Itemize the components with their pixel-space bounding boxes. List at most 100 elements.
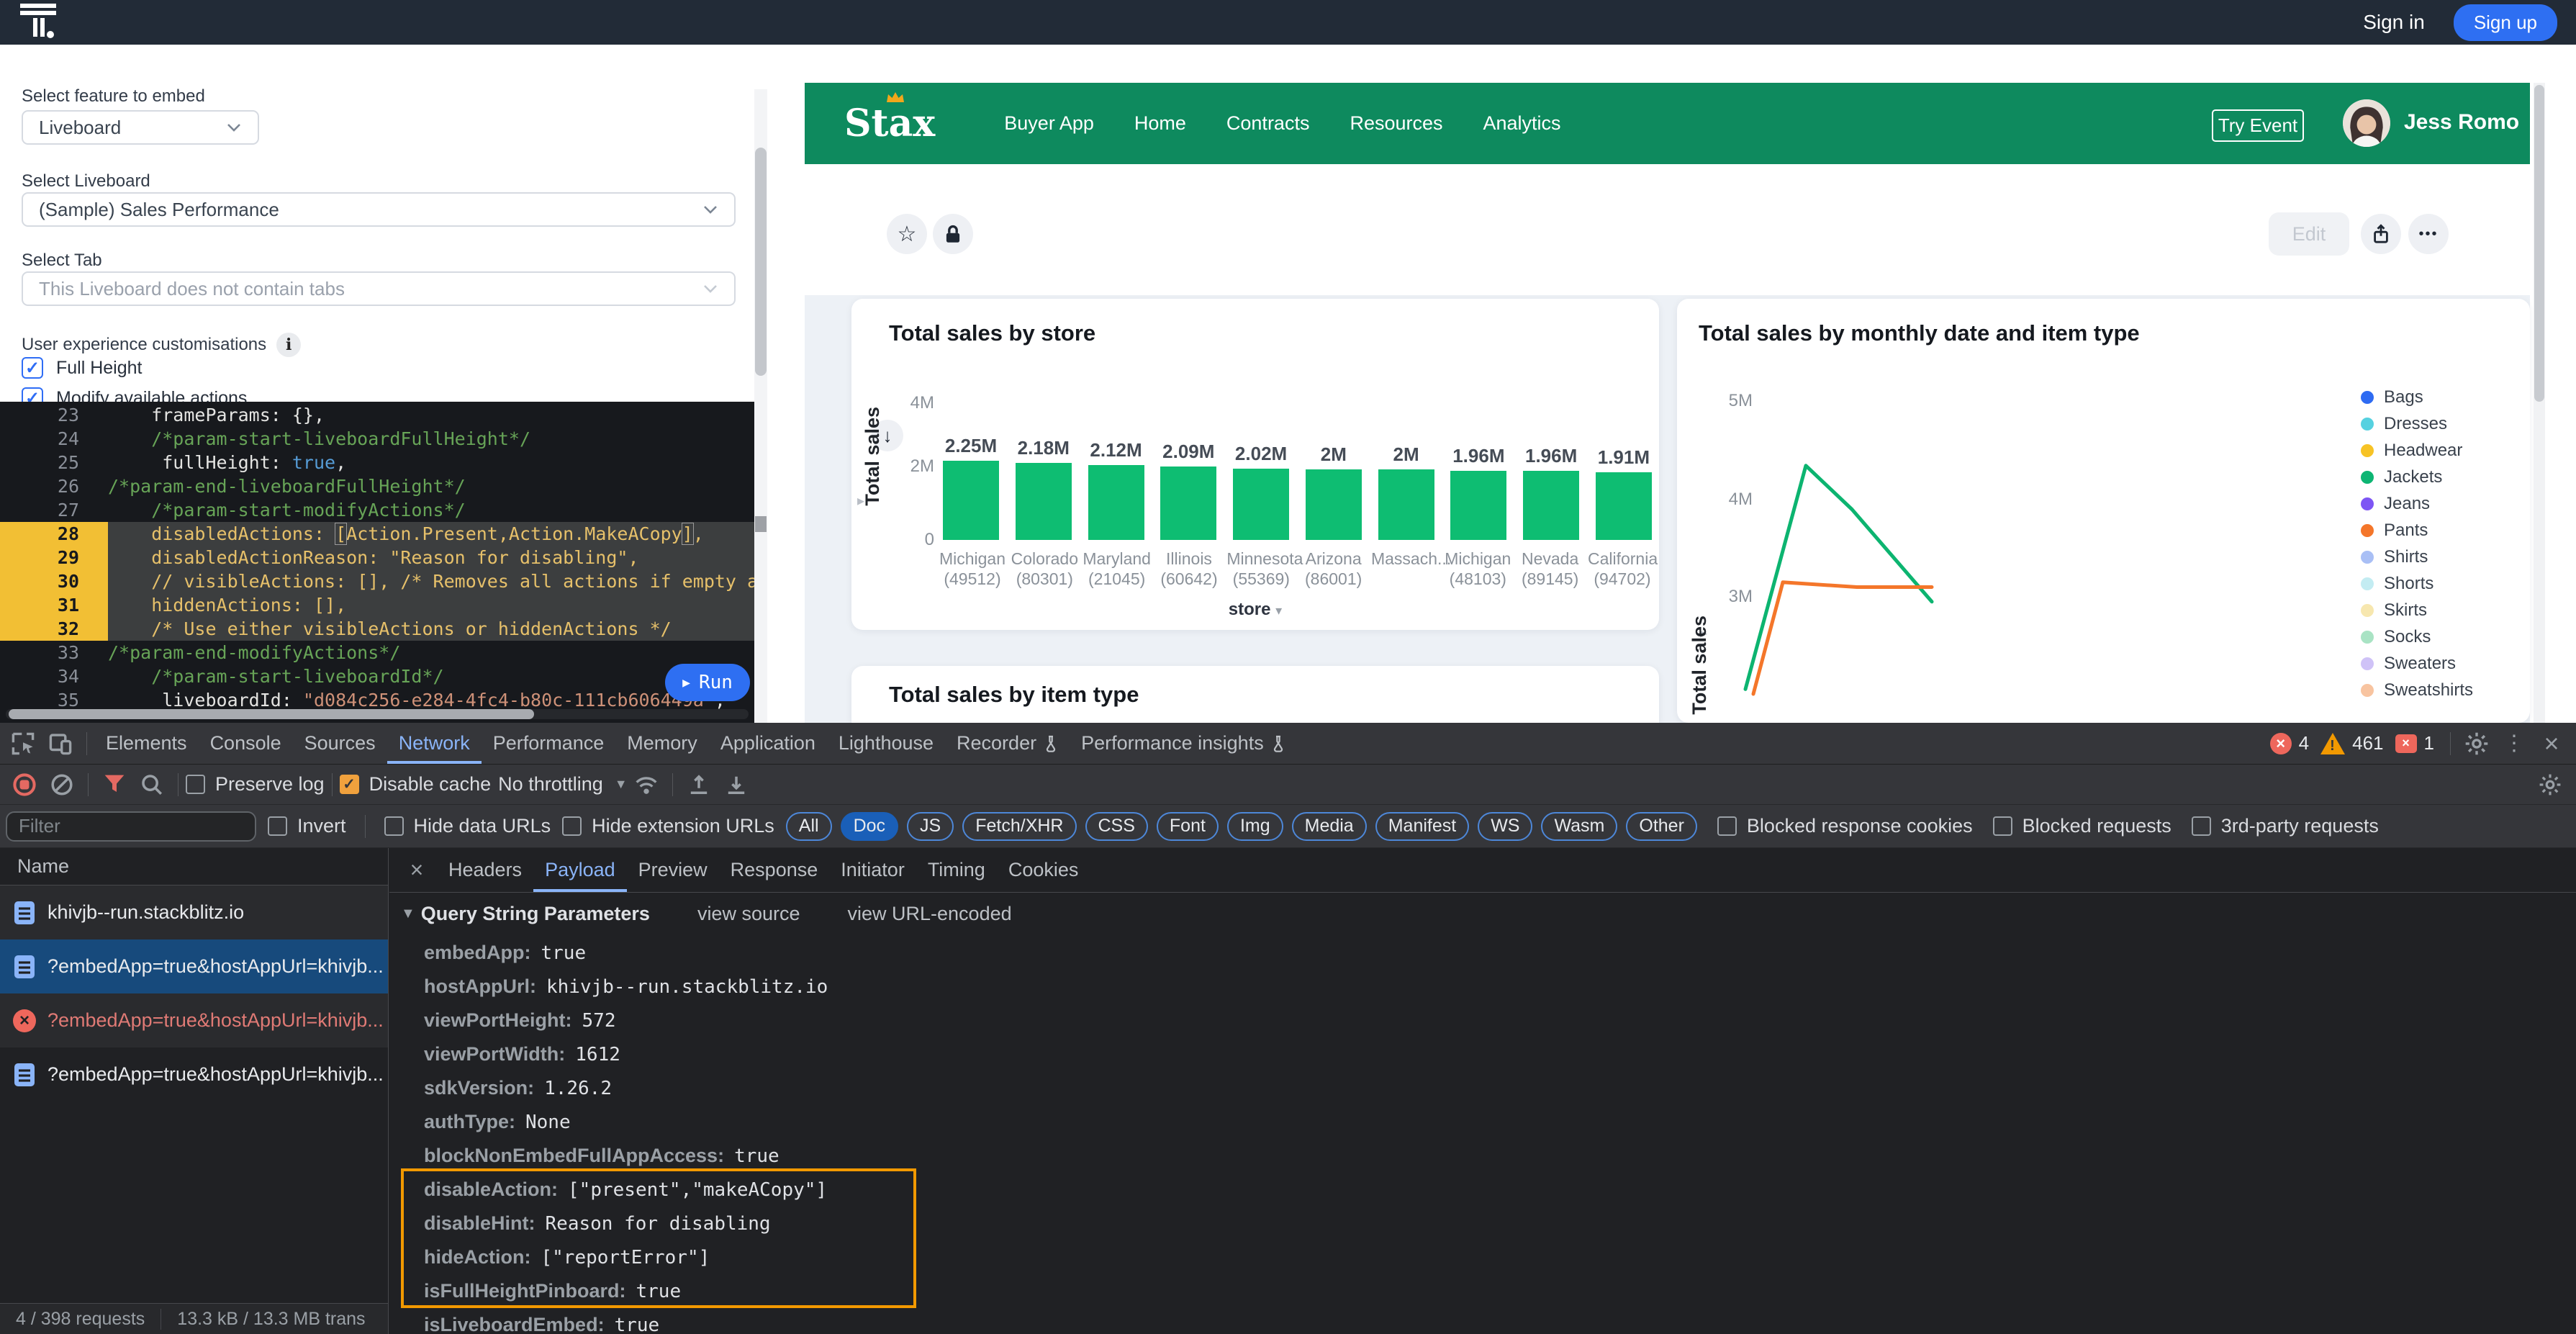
request-row-1[interactable]: khivjb--run.stackblitz.io (0, 885, 388, 939)
devtools-tab-lighthouse[interactable]: Lighthouse (827, 723, 945, 764)
param-embedApp[interactable]: embedApp:true (389, 936, 2576, 970)
error-count-badge[interactable]: ×4 (2270, 732, 2309, 754)
checkbox-blocked-requests[interactable]: Blocked requests (1993, 815, 2171, 837)
series-jackets[interactable] (1745, 466, 1932, 690)
info-icon[interactable]: i (276, 333, 301, 357)
param-viewPortHeight[interactable]: viewPortHeight:572 (389, 1004, 2576, 1037)
lock-button[interactable] (933, 214, 973, 254)
code-line-33[interactable]: 33/*param-end-modifyActions*/ (0, 641, 754, 664)
devtools-tab-application[interactable]: Application (709, 723, 827, 764)
pill-manifest[interactable]: Manifest (1375, 812, 1469, 841)
devtools-tab-memory[interactable]: Memory (615, 723, 709, 764)
run-button[interactable]: ▶ Run (665, 664, 750, 701)
stax-logo[interactable]: Stax (844, 102, 935, 145)
network-settings-gear-icon[interactable] (2531, 769, 2569, 801)
preview-scrollbar[interactable] (2534, 83, 2545, 723)
bar-nevada[interactable]: 1.96M (1523, 399, 1579, 540)
device-toolbar-icon[interactable] (42, 728, 79, 760)
param-isLiveboardEmbed[interactable]: isLiveboardEmbed:true (389, 1308, 2576, 1334)
param-disableAction[interactable]: disableAction:["present","makeACopy"] (389, 1173, 2576, 1207)
param-disableHint[interactable]: disableHint:Reason for disabling (389, 1207, 2576, 1240)
payload-tab-timing[interactable]: Timing (916, 848, 997, 892)
feature-select[interactable]: Liveboard (22, 110, 259, 145)
payload-tab-initiator[interactable]: Initiator (829, 848, 916, 892)
devtools-tab-network[interactable]: Network (387, 723, 482, 764)
line-y-axis-label[interactable]: Total sales (1689, 616, 1711, 715)
bar-illinois[interactable]: 2.09M (1160, 399, 1216, 540)
legend-shirts[interactable]: Shirts (2361, 544, 2473, 570)
bar-california[interactable]: 1.91M (1596, 399, 1652, 540)
code-line-26[interactable]: 26/*param-end-liveboardFullHeight*/ (0, 474, 754, 498)
thoughtspot-logo-icon[interactable] (19, 1, 59, 45)
issues-count-badge[interactable]: ×1 (2395, 732, 2434, 754)
pill-js[interactable]: JS (907, 812, 954, 841)
favorite-star-button[interactable]: ☆ (887, 214, 927, 254)
payload-tab-preview[interactable]: Preview (627, 848, 719, 892)
legend-shorts[interactable]: Shorts (2361, 570, 2473, 597)
liveboard-select[interactable]: (Sample) Sales Performance (22, 192, 736, 227)
code-line-30[interactable]: 30 // visibleActions: [], /* Removes all… (0, 569, 754, 593)
code-line-34[interactable]: 34 /*param-start-liveboardId*/ (0, 664, 754, 688)
clear-network-log-icon[interactable] (43, 769, 81, 801)
view-url-encoded-link[interactable]: view URL-encoded (848, 903, 1012, 925)
pill-media[interactable]: Media (1292, 812, 1367, 841)
import-har-icon[interactable] (680, 769, 718, 801)
record-network-log-icon[interactable] (6, 769, 43, 801)
bar-michigan[interactable]: 2.25M (943, 399, 999, 540)
pill-css[interactable]: CSS (1085, 812, 1148, 841)
invert-checkbox[interactable]: Invert (268, 815, 346, 837)
param-hideAction[interactable]: hideAction:["reportError"] (389, 1240, 2576, 1274)
legend-jeans[interactable]: Jeans (2361, 490, 2473, 517)
request-list-header[interactable]: Name (0, 848, 388, 885)
triangle-down-icon[interactable]: ▼ (401, 906, 415, 922)
legend-skirts[interactable]: Skirts (2361, 597, 2473, 623)
export-har-icon[interactable] (718, 769, 755, 801)
payload-tab-cookies[interactable]: Cookies (997, 848, 1090, 892)
view-source-link[interactable]: view source (697, 903, 800, 925)
code-line-25[interactable]: 25 fullHeight: true, (0, 451, 754, 474)
more-menu-button[interactable]: ••• (2408, 214, 2449, 254)
pill-all[interactable]: All (786, 812, 832, 841)
filter-icon[interactable] (96, 769, 133, 801)
pill-other[interactable]: Other (1626, 812, 1697, 841)
code-editor[interactable]: 23 frameParams: {},24 /*param-start-live… (0, 402, 754, 723)
filter-input[interactable] (6, 811, 256, 842)
close-devtools-icon[interactable]: × (2533, 728, 2570, 760)
devtools-tab-sources[interactable]: Sources (293, 723, 387, 764)
pill-doc[interactable]: Doc (841, 812, 898, 841)
try-event-button[interactable]: Try Event (2212, 109, 2304, 142)
param-blockNonEmbedFullAppAccess[interactable]: blockNonEmbedFullAppAccess:true (389, 1139, 2576, 1173)
edit-button[interactable]: Edit (2269, 212, 2349, 256)
bar-massach[interactable]: 2M (1378, 399, 1434, 540)
throttling-select[interactable]: No throttling ▼ (498, 773, 627, 796)
disable-cache-checkbox[interactable]: ✓Disable cache (340, 773, 492, 796)
query-string-title[interactable]: Query String Parameters (421, 903, 650, 925)
inspect-element-icon[interactable] (4, 728, 42, 760)
devtools-tab-performance[interactable]: Performance (482, 723, 616, 764)
share-button[interactable] (2361, 214, 2401, 254)
settings-gear-icon[interactable] (2458, 728, 2495, 760)
code-line-23[interactable]: 23 frameParams: {}, (0, 403, 754, 427)
pill-img[interactable]: Img (1227, 812, 1283, 841)
bar-x-axis-label[interactable]: store ▾ (851, 600, 1659, 620)
nav-buyer-app[interactable]: Buyer App (1004, 112, 1094, 135)
devtools-tab-elements[interactable]: Elements (94, 723, 199, 764)
pill-wasm[interactable]: Wasm (1541, 812, 1617, 841)
user-name[interactable]: Jess Romo (2404, 110, 2519, 135)
bar-maryland[interactable]: 2.12M (1088, 399, 1144, 540)
param-isFullHeightPinboard[interactable]: isFullHeightPinboard:true (389, 1274, 2576, 1308)
devtools-tab-console[interactable]: Console (199, 723, 293, 764)
checkbox-blocked-response-cookies[interactable]: Blocked response cookies (1717, 815, 1973, 837)
legend-pants[interactable]: Pants (2361, 517, 2473, 544)
warning-count-badge[interactable]: !461 (2320, 732, 2383, 754)
code-line-31[interactable]: 31 hiddenActions: [], (0, 593, 754, 617)
network-conditions-icon[interactable] (628, 769, 665, 801)
search-icon[interactable] (133, 769, 171, 801)
pill-ws[interactable]: WS (1478, 812, 1532, 841)
bar-colorado[interactable]: 2.18M (1016, 399, 1072, 540)
nav-analytics[interactable]: Analytics (1483, 112, 1561, 135)
bar-arizona[interactable]: 2M (1306, 399, 1362, 540)
series-pants[interactable] (1753, 582, 1932, 694)
avatar[interactable] (2343, 99, 2390, 147)
param-hostAppUrl[interactable]: hostAppUrl:khivjb--run.stackblitz.io (389, 970, 2576, 1004)
